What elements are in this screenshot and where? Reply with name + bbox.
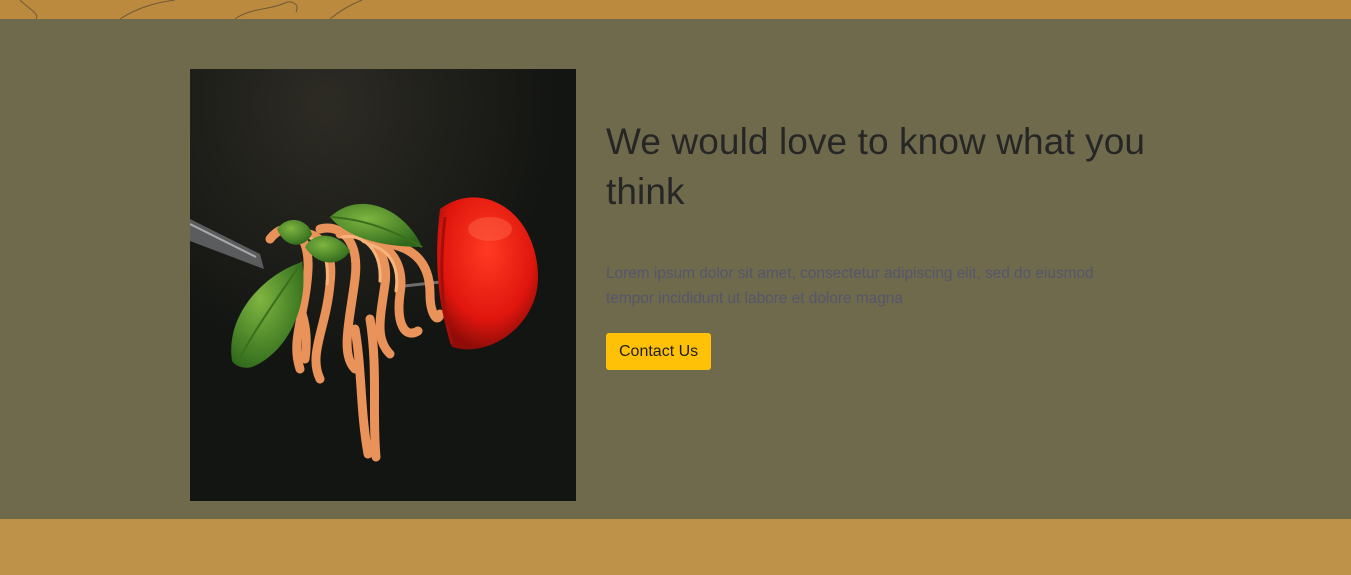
contact-us-button[interactable]: Contact Us — [606, 333, 712, 370]
top-decorative-strip — [0, 0, 1351, 19]
section-description: Lorem ipsum dolor sit amet, consectetur … — [606, 265, 1094, 307]
feedback-section: We would love to know what you think Lor… — [0, 19, 1351, 519]
section-heading: We would love to know what you think — [606, 121, 1146, 212]
line-art-decoration-icon — [19, 0, 363, 19]
feedback-content: We would love to know what you think Lor… — [606, 117, 1166, 370]
bottom-strip — [0, 519, 1351, 575]
spaghetti-fork-image — [190, 69, 576, 501]
